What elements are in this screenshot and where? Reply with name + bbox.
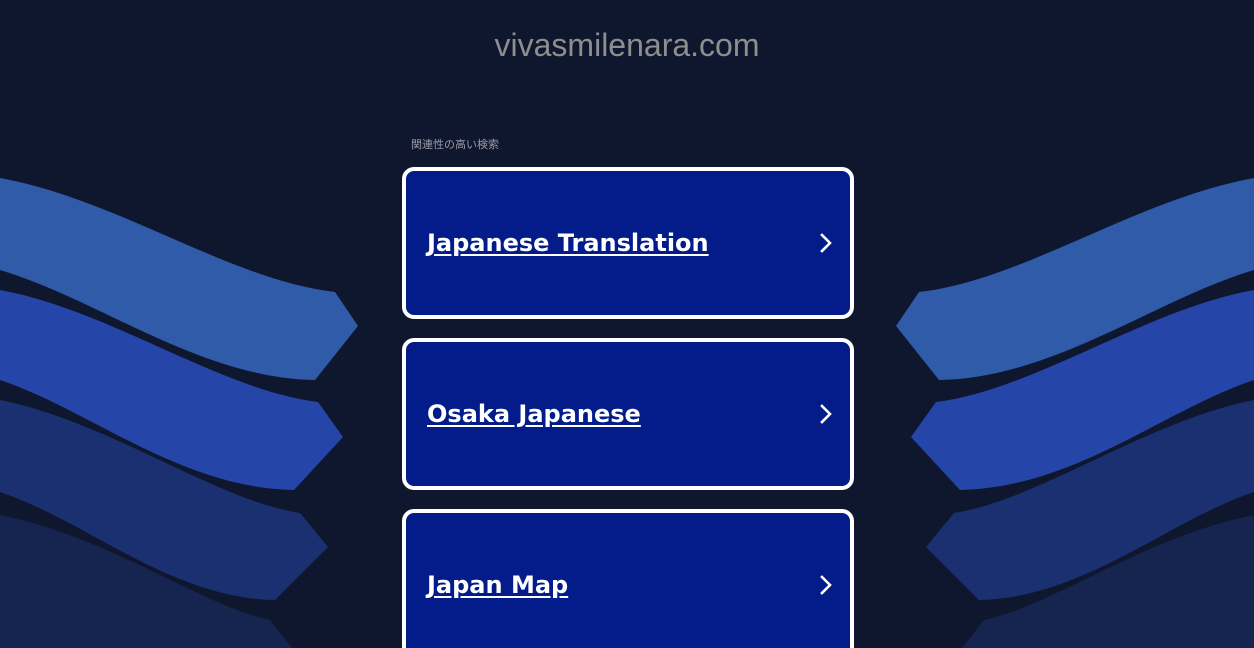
chevron-right-icon [820,575,832,595]
related-searches-label: 関連性の高い検索 [411,138,499,151]
result-card-osaka-japanese[interactable]: Osaka Japanese [402,338,854,490]
chevron-right-icon [820,233,832,253]
domain-title: vivasmilenara.com [494,27,760,63]
result-link[interactable]: Japanese Translation [427,171,709,315]
result-link[interactable]: Osaka Japanese [427,342,641,486]
result-card-japan-map[interactable]: Japan Map [402,509,854,648]
parked-domain-page: vivasmilenara.com 関連性の高い検索 Japanese Tran… [0,0,1254,648]
result-link[interactable]: Japan Map [427,513,568,648]
chevron-right-icon [820,404,832,424]
result-card-japanese-translation[interactable]: Japanese Translation [402,167,854,319]
